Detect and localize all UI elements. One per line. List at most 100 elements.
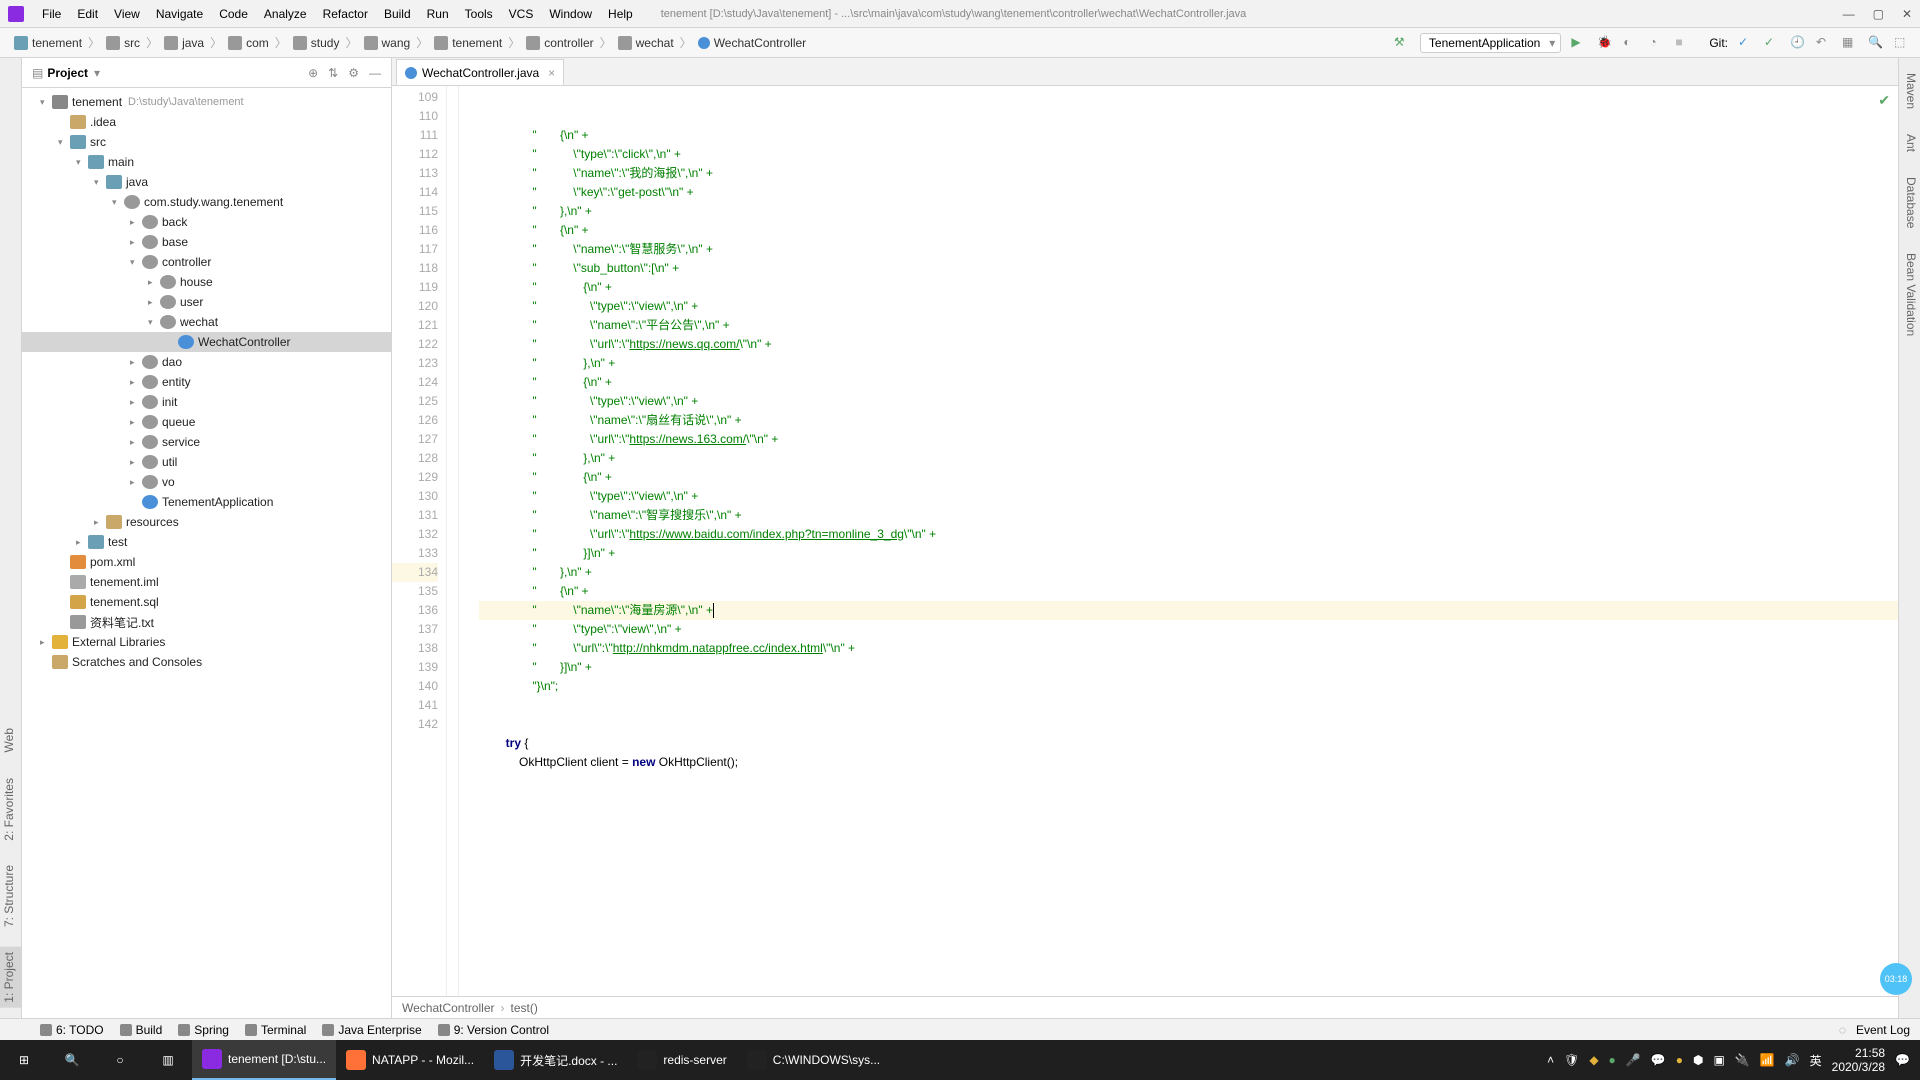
coverage-icon[interactable]: ◐ — [1623, 35, 1639, 51]
menu-view[interactable]: View — [106, 7, 148, 21]
locate-icon[interactable]: ⊕ — [308, 66, 318, 80]
tool-maven[interactable]: Maven — [1899, 68, 1920, 114]
tree-item[interactable]: ▾src — [22, 132, 391, 152]
git-update-icon[interactable]: ✓ — [1738, 35, 1754, 51]
menu-build[interactable]: Build — [376, 7, 419, 21]
tree-arrow-icon[interactable]: ▸ — [130, 437, 142, 448]
taskbar-app[interactable]: redis-server — [627, 1040, 736, 1080]
folder-icon[interactable]: ▦ — [1842, 35, 1858, 51]
inspection-ok-icon[interactable]: ✔ — [1878, 91, 1890, 110]
tab-close-icon[interactable]: × — [548, 66, 555, 80]
tree-item[interactable]: .idea — [22, 112, 391, 132]
crumb-method[interactable]: test() — [510, 1001, 537, 1015]
tray-power-icon[interactable]: 🔌 — [1735, 1053, 1750, 1067]
tree-item[interactable]: ▸vo — [22, 472, 391, 492]
tree-item[interactable]: tenement.iml — [22, 572, 391, 592]
close-icon[interactable]: ✕ — [1902, 7, 1912, 21]
breadcrumb-item[interactable]: wechat — [614, 36, 678, 50]
editor-breadcrumb[interactable]: WechatController › test() — [392, 996, 1898, 1018]
breadcrumb-item[interactable]: com — [224, 36, 273, 50]
tree-arrow-icon[interactable]: ▾ — [94, 177, 106, 188]
taskbar-app[interactable]: C:\WINDOWS\sys... — [737, 1040, 890, 1080]
menu-window[interactable]: Window — [541, 7, 600, 21]
tree-item[interactable]: ▸entity — [22, 372, 391, 392]
tree-item[interactable]: ▸house — [22, 272, 391, 292]
tool-structure[interactable]: 7: Structure — [0, 860, 21, 932]
tree-item[interactable]: ▸resources — [22, 512, 391, 532]
tree-arrow-icon[interactable]: ▾ — [40, 97, 52, 108]
git-history-icon[interactable]: 🕘 — [1790, 35, 1806, 51]
crumb-class[interactable]: WechatController — [402, 1001, 494, 1015]
tray-app3-icon[interactable]: ● — [1676, 1053, 1683, 1067]
editor-tab[interactable]: WechatController.java × — [396, 59, 564, 85]
tree-item[interactable]: pom.xml — [22, 552, 391, 572]
taskbar-clock[interactable]: 21:58 2020/3/28 — [1832, 1046, 1885, 1074]
tree-item[interactable]: ▾controller — [22, 252, 391, 272]
menu-vcs[interactable]: VCS — [501, 7, 542, 21]
tray-app-icon[interactable]: ◆ — [1589, 1053, 1598, 1067]
event-log-icon[interactable]: ◌ — [1839, 1023, 1846, 1037]
tray-mic-icon[interactable]: 🎤 — [1626, 1053, 1641, 1067]
tree-item[interactable]: Scratches and Consoles — [22, 652, 391, 672]
tray-wechat-icon[interactable]: 💬 — [1651, 1053, 1666, 1067]
menu-analyze[interactable]: Analyze — [256, 7, 315, 21]
tree-arrow-icon[interactable]: ▸ — [130, 417, 142, 428]
tray-wifi-icon[interactable]: 📶 — [1760, 1053, 1775, 1067]
tree-item[interactable]: ▸user — [22, 292, 391, 312]
menu-refactor[interactable]: Refactor — [315, 7, 376, 21]
stop-icon[interactable]: ■ — [1675, 35, 1691, 51]
tree-item[interactable]: ▾com.study.wang.tenement — [22, 192, 391, 212]
code-editor[interactable]: " {\n" + " \"type\":\"click\",\n" + " \"… — [459, 86, 1898, 996]
tree-arrow-icon[interactable]: ▸ — [130, 357, 142, 368]
menu-help[interactable]: Help — [600, 7, 641, 21]
tray-up-icon[interactable]: ˄ — [1547, 1053, 1554, 1067]
taskbar-app[interactable]: tenement [D:\stu... — [192, 1040, 336, 1080]
tool-project[interactable]: 1: Project — [0, 947, 21, 1008]
maximize-icon[interactable]: ▢ — [1873, 7, 1884, 21]
breadcrumb-item[interactable]: tenement — [430, 36, 506, 50]
profile-icon[interactable]: ◔ — [1649, 35, 1665, 51]
tree-arrow-icon[interactable]: ▾ — [148, 317, 160, 328]
tree-arrow-icon[interactable]: ▸ — [130, 377, 142, 388]
menu-file[interactable]: File — [34, 7, 69, 21]
tree-arrow-icon[interactable]: ▸ — [130, 397, 142, 408]
tree-arrow-icon[interactable]: ▸ — [148, 277, 160, 288]
fold-strip[interactable] — [447, 86, 459, 996]
hammer-icon[interactable]: ⚒ — [1394, 35, 1410, 51]
hide-icon[interactable]: — — [369, 66, 381, 80]
menu-edit[interactable]: Edit — [69, 7, 106, 21]
tray-app2-icon[interactable]: ● — [1609, 1053, 1616, 1067]
tree-arrow-icon[interactable]: ▾ — [76, 157, 88, 168]
git-commit-icon[interactable]: ✓ — [1764, 35, 1780, 51]
menu-run[interactable]: Run — [419, 7, 457, 21]
tool-database[interactable]: Database — [1899, 172, 1920, 233]
tree-item[interactable]: ▸queue — [22, 412, 391, 432]
event-log-button[interactable]: Event Log — [1856, 1023, 1910, 1037]
bottom-tool-button[interactable]: Terminal — [237, 1023, 314, 1037]
breadcrumb-item[interactable]: WechatController — [694, 36, 810, 50]
project-combo-icon[interactable]: ▤ — [32, 66, 43, 80]
tree-item[interactable]: TenementApplication — [22, 492, 391, 512]
timer-badge[interactable]: 03:18 — [1880, 963, 1912, 995]
tree-arrow-icon[interactable]: ▾ — [58, 137, 70, 148]
breadcrumb-item[interactable]: wang — [360, 36, 415, 50]
tree-item[interactable]: ▸init — [22, 392, 391, 412]
minimize-icon[interactable]: — — [1843, 7, 1855, 21]
tree-arrow-icon[interactable]: ▸ — [94, 517, 106, 528]
tree-arrow-icon[interactable]: ▸ — [40, 637, 52, 648]
taskbar-app[interactable]: 开发笔记.docx - ... — [484, 1040, 627, 1080]
bottom-tool-button[interactable]: 6: TODO — [32, 1023, 112, 1037]
tree-item[interactable]: ▸test — [22, 532, 391, 552]
tree-arrow-icon[interactable]: ▸ — [130, 237, 142, 248]
expand-icon[interactable]: ⇅ — [328, 66, 338, 80]
notification-icon[interactable]: 💬 — [1895, 1053, 1910, 1067]
bottom-tool-button[interactable]: Build — [112, 1023, 171, 1037]
tree-item[interactable]: 资料笔记.txt — [22, 612, 391, 632]
tree-item[interactable]: ▸External Libraries — [22, 632, 391, 652]
run-config-select[interactable]: TenementApplication — [1420, 33, 1561, 53]
breadcrumb-item[interactable]: tenement — [10, 36, 86, 50]
tree-item[interactable]: ▾tenementD:\study\Java\tenement — [22, 92, 391, 112]
tool-favorites[interactable]: 2: Favorites — [0, 773, 21, 846]
search-icon[interactable]: 🔍 — [1868, 35, 1884, 51]
tree-item[interactable]: ▸back — [22, 212, 391, 232]
